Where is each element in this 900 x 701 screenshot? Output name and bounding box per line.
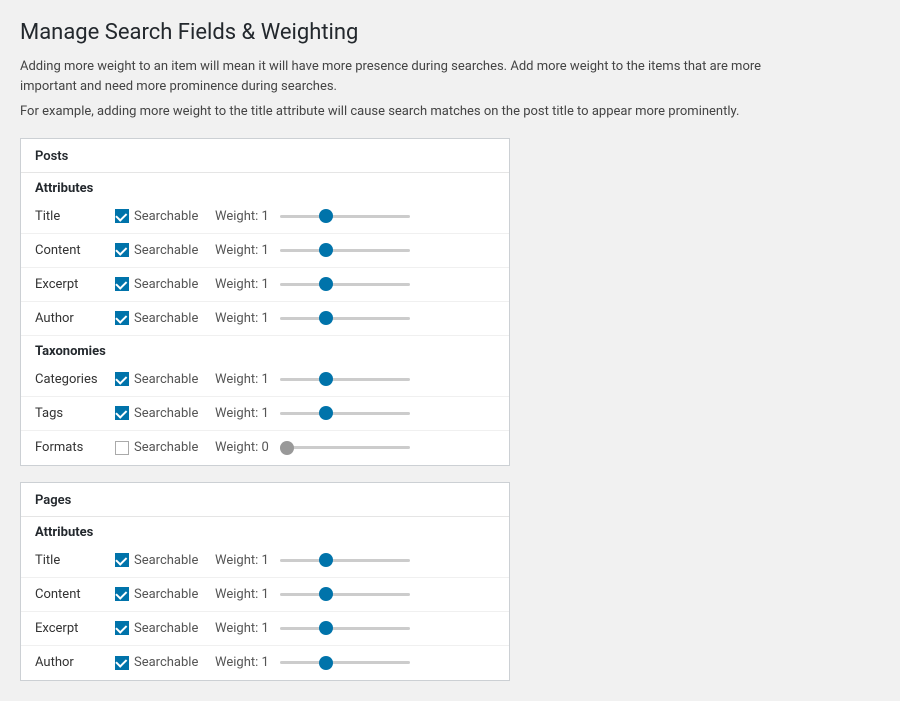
weight-label-posts-categories: Weight: 1 (215, 372, 280, 387)
description-1: Adding more weight to an item will mean … (20, 57, 780, 96)
subsection-title-posts-attributes: Attributes (21, 173, 509, 200)
field-name-posts-formats: Formats (35, 440, 115, 455)
checkbox-pages-title[interactable] (115, 553, 129, 567)
weight-slider-posts-title[interactable] (280, 215, 410, 218)
field-name-pages-excerpt: Excerpt (35, 621, 115, 636)
weight-label-posts-formats: Weight: 0 (215, 440, 280, 455)
weight-label-posts-tags: Weight: 1 (215, 406, 280, 421)
searchable-text-posts-title: Searchable (134, 209, 198, 224)
searchable-text-pages-content: Searchable (134, 587, 198, 602)
searchable-text-posts-author: Searchable (134, 311, 198, 326)
field-row-posts-title: Title Searchable Weight: 1 (21, 200, 509, 234)
field-name-posts-tags: Tags (35, 406, 115, 421)
weight-slider-posts-content[interactable] (280, 249, 410, 252)
field-row-posts-author: Author Searchable Weight: 1 (21, 302, 509, 336)
searchable-text-posts-formats: Searchable (134, 440, 198, 455)
slider-container-posts-author (280, 317, 495, 320)
checkbox-posts-excerpt[interactable] (115, 277, 129, 291)
weight-label-pages-author: Weight: 1 (215, 655, 280, 670)
searchable-text-posts-content: Searchable (134, 243, 198, 258)
searchable-label-pages-title[interactable]: Searchable (115, 553, 215, 568)
weight-slider-posts-tags[interactable] (280, 412, 410, 415)
slider-container-posts-excerpt (280, 283, 495, 286)
weight-label-posts-title: Weight: 1 (215, 209, 280, 224)
weight-slider-pages-author[interactable] (280, 661, 410, 664)
field-row-pages-title: Title Searchable Weight: 1 (21, 544, 509, 578)
searchable-text-posts-tags: Searchable (134, 406, 198, 421)
checkbox-posts-formats[interactable] (115, 441, 129, 455)
weight-label-posts-excerpt: Weight: 1 (215, 277, 280, 292)
field-row-posts-categories: Categories Searchable Weight: 1 (21, 363, 509, 397)
searchable-label-posts-tags[interactable]: Searchable (115, 406, 215, 421)
field-name-posts-categories: Categories (35, 372, 115, 387)
checkbox-pages-excerpt[interactable] (115, 621, 129, 635)
weight-slider-posts-formats[interactable] (280, 446, 410, 449)
field-name-posts-author: Author (35, 311, 115, 326)
field-name-pages-title: Title (35, 553, 115, 568)
weight-slider-pages-excerpt[interactable] (280, 627, 410, 630)
field-row-pages-author: Author Searchable Weight: 1 (21, 646, 509, 680)
searchable-text-posts-categories: Searchable (134, 372, 198, 387)
section-pages: PagesAttributesTitleSearchableWeight: 1C… (20, 482, 510, 681)
weight-slider-posts-excerpt[interactable] (280, 283, 410, 286)
field-name-pages-content: Content (35, 587, 115, 602)
searchable-text-posts-excerpt: Searchable (134, 277, 198, 292)
searchable-label-pages-content[interactable]: Searchable (115, 587, 215, 602)
weight-slider-pages-content[interactable] (280, 593, 410, 596)
weight-label-posts-author: Weight: 1 (215, 311, 280, 326)
page-title: Manage Search Fields & Weighting (20, 20, 880, 45)
weight-slider-pages-title[interactable] (280, 559, 410, 562)
slider-container-posts-tags (280, 412, 495, 415)
slider-container-posts-title (280, 215, 495, 218)
subsection-title-posts-taxonomies: Taxonomies (21, 336, 509, 363)
searchable-label-posts-content[interactable]: Searchable (115, 243, 215, 258)
field-row-posts-excerpt: Excerpt Searchable Weight: 1 (21, 268, 509, 302)
checkbox-posts-categories[interactable] (115, 372, 129, 386)
checkbox-posts-tags[interactable] (115, 406, 129, 420)
description-2: For example, adding more weight to the t… (20, 102, 780, 122)
subsection-title-pages-attributes: Attributes (21, 517, 509, 544)
weight-label-posts-content: Weight: 1 (215, 243, 280, 258)
field-row-pages-excerpt: Excerpt Searchable Weight: 1 (21, 612, 509, 646)
searchable-label-posts-excerpt[interactable]: Searchable (115, 277, 215, 292)
weight-slider-posts-categories[interactable] (280, 378, 410, 381)
slider-container-pages-excerpt (280, 627, 495, 630)
slider-container-pages-author (280, 661, 495, 664)
slider-container-pages-content (280, 593, 495, 596)
weight-label-pages-title: Weight: 1 (215, 553, 280, 568)
weight-slider-posts-author[interactable] (280, 317, 410, 320)
checkbox-posts-title[interactable] (115, 209, 129, 223)
searchable-text-pages-title: Searchable (134, 553, 198, 568)
field-row-pages-content: Content Searchable Weight: 1 (21, 578, 509, 612)
field-row-posts-content: Content Searchable Weight: 1 (21, 234, 509, 268)
checkbox-posts-content[interactable] (115, 243, 129, 257)
searchable-text-pages-author: Searchable (134, 655, 198, 670)
field-name-posts-title: Title (35, 209, 115, 224)
section-posts: PostsAttributesTitleSearchableWeight: 1C… (20, 138, 510, 466)
section-title-pages: Pages (21, 483, 509, 517)
searchable-text-pages-excerpt: Searchable (134, 621, 198, 636)
slider-container-posts-formats (280, 446, 495, 449)
searchable-label-pages-excerpt[interactable]: Searchable (115, 621, 215, 636)
slider-container-pages-title (280, 559, 495, 562)
searchable-label-posts-title[interactable]: Searchable (115, 209, 215, 224)
slider-container-posts-categories (280, 378, 495, 381)
searchable-label-pages-author[interactable]: Searchable (115, 655, 215, 670)
field-row-posts-tags: Tags Searchable Weight: 1 (21, 397, 509, 431)
checkbox-posts-author[interactable] (115, 311, 129, 325)
searchable-label-posts-author[interactable]: Searchable (115, 311, 215, 326)
searchable-label-posts-categories[interactable]: Searchable (115, 372, 215, 387)
section-title-posts: Posts (21, 139, 509, 173)
field-name-pages-author: Author (35, 655, 115, 670)
field-row-posts-formats: Formats Searchable Weight: 0 (21, 431, 509, 465)
field-name-posts-content: Content (35, 243, 115, 258)
checkbox-pages-author[interactable] (115, 656, 129, 670)
weight-label-pages-content: Weight: 1 (215, 587, 280, 602)
field-name-posts-excerpt: Excerpt (35, 277, 115, 292)
searchable-label-posts-formats[interactable]: Searchable (115, 440, 215, 455)
checkbox-pages-content[interactable] (115, 587, 129, 601)
weight-label-pages-excerpt: Weight: 1 (215, 621, 280, 636)
slider-container-posts-content (280, 249, 495, 252)
